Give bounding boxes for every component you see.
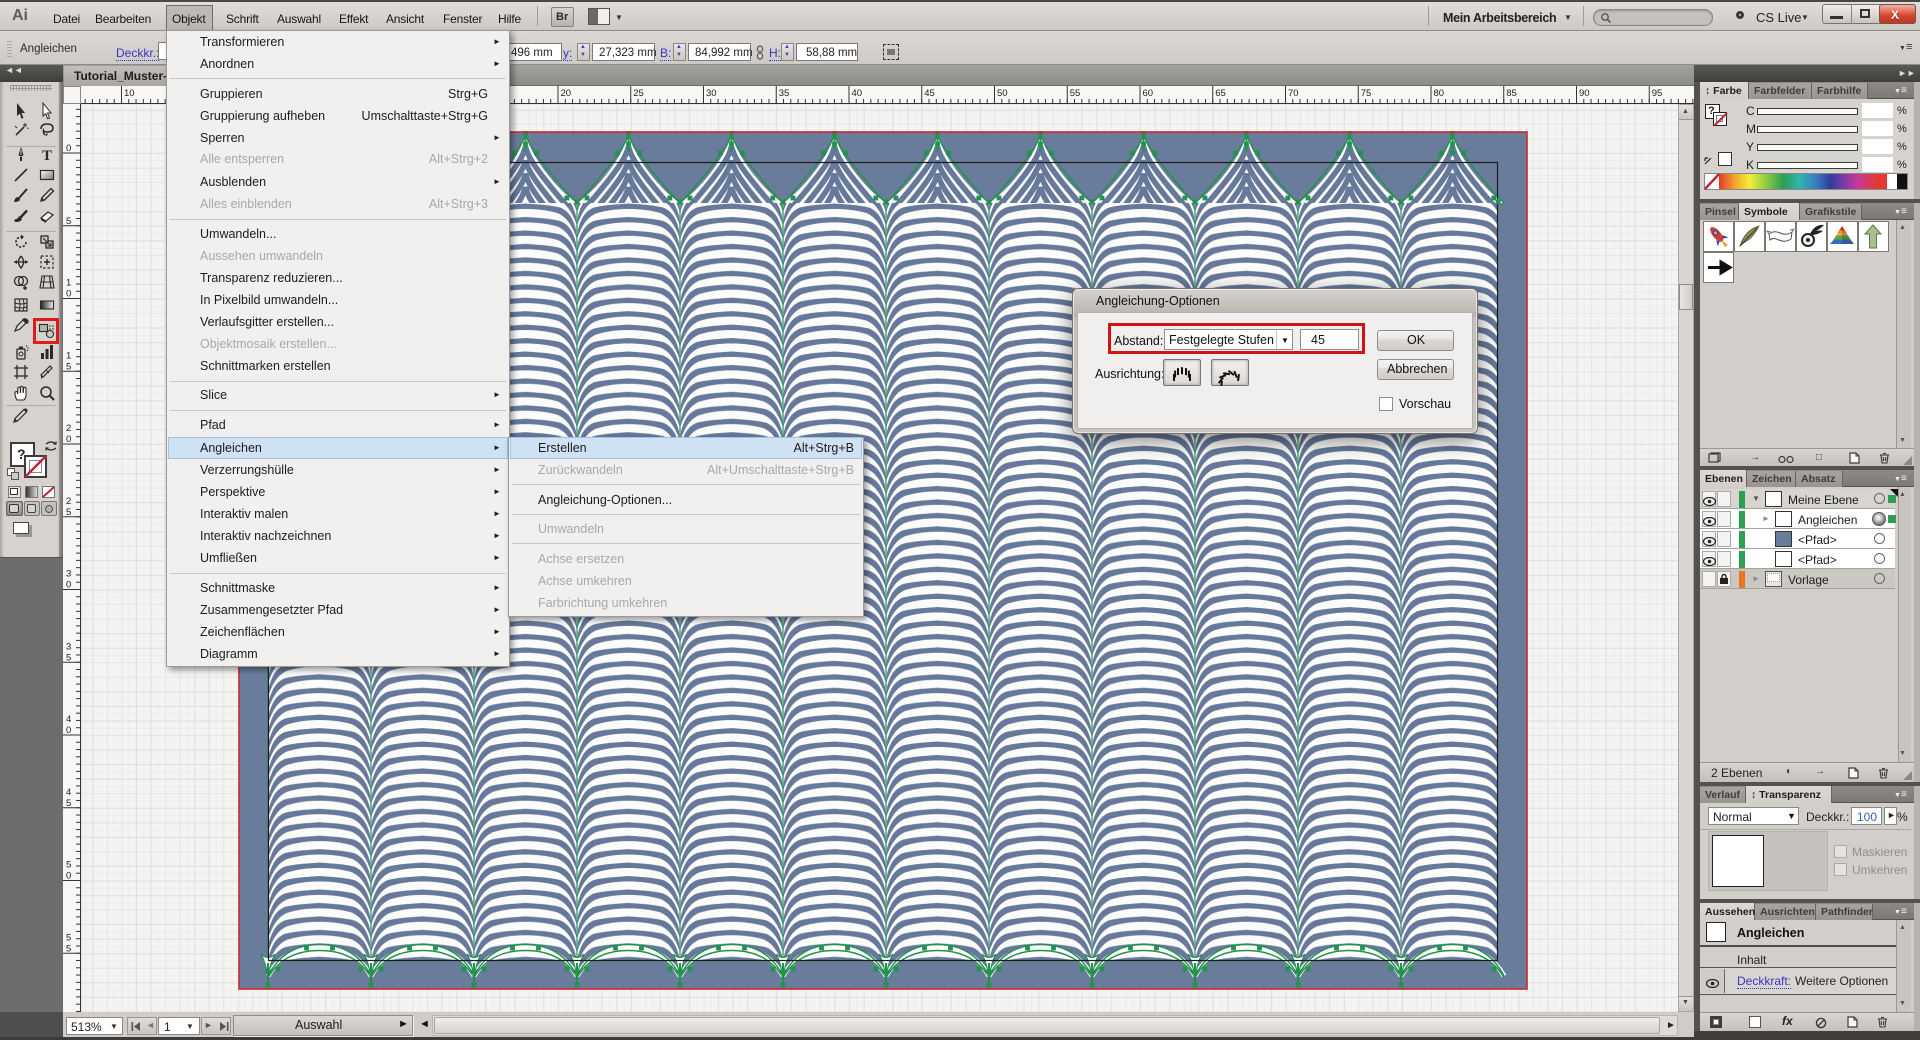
svg-text:5: 5: [66, 860, 71, 871]
svg-text:55: 55: [1070, 88, 1081, 99]
svg-text:85: 85: [1506, 88, 1517, 99]
svg-text:20: 20: [561, 88, 572, 99]
svg-text:3: 3: [66, 569, 71, 580]
svg-text:30: 30: [706, 88, 717, 99]
svg-text:3: 3: [66, 641, 71, 652]
svg-text:T: T: [42, 148, 52, 164]
svg-text:60: 60: [1143, 88, 1154, 99]
svg-text:45: 45: [924, 88, 935, 99]
svg-text:40: 40: [852, 88, 863, 99]
svg-text:5: 5: [66, 361, 71, 372]
svg-text:75: 75: [1361, 88, 1372, 99]
svg-text:1: 1: [66, 350, 71, 361]
svg-text:5: 5: [66, 798, 71, 809]
svg-text:2: 2: [66, 496, 71, 507]
svg-text:1: 1: [66, 278, 71, 289]
svg-text:4: 4: [66, 787, 71, 798]
svg-text:5: 5: [66, 216, 71, 227]
svg-text:5: 5: [66, 943, 71, 954]
svg-text:0: 0: [66, 871, 71, 882]
svg-text:5: 5: [66, 652, 71, 663]
svg-text:65: 65: [1215, 88, 1226, 99]
svg-text:5: 5: [66, 507, 71, 518]
svg-text:0: 0: [66, 434, 71, 445]
svg-text:0: 0: [66, 289, 71, 300]
svg-text:0: 0: [66, 143, 71, 154]
svg-text:35: 35: [779, 88, 790, 99]
svg-text:90: 90: [1579, 88, 1590, 99]
svg-text:0: 0: [66, 725, 71, 736]
svg-text:50: 50: [997, 88, 1008, 99]
svg-text:4: 4: [66, 714, 71, 725]
svg-text:5: 5: [66, 932, 71, 943]
svg-text:10: 10: [124, 88, 135, 99]
svg-text:70: 70: [1288, 88, 1299, 99]
svg-text:0: 0: [66, 580, 71, 591]
svg-text:80: 80: [1434, 88, 1445, 99]
svg-text:25: 25: [633, 88, 644, 99]
svg-text:95: 95: [1652, 88, 1663, 99]
svg-text:2: 2: [66, 423, 71, 434]
